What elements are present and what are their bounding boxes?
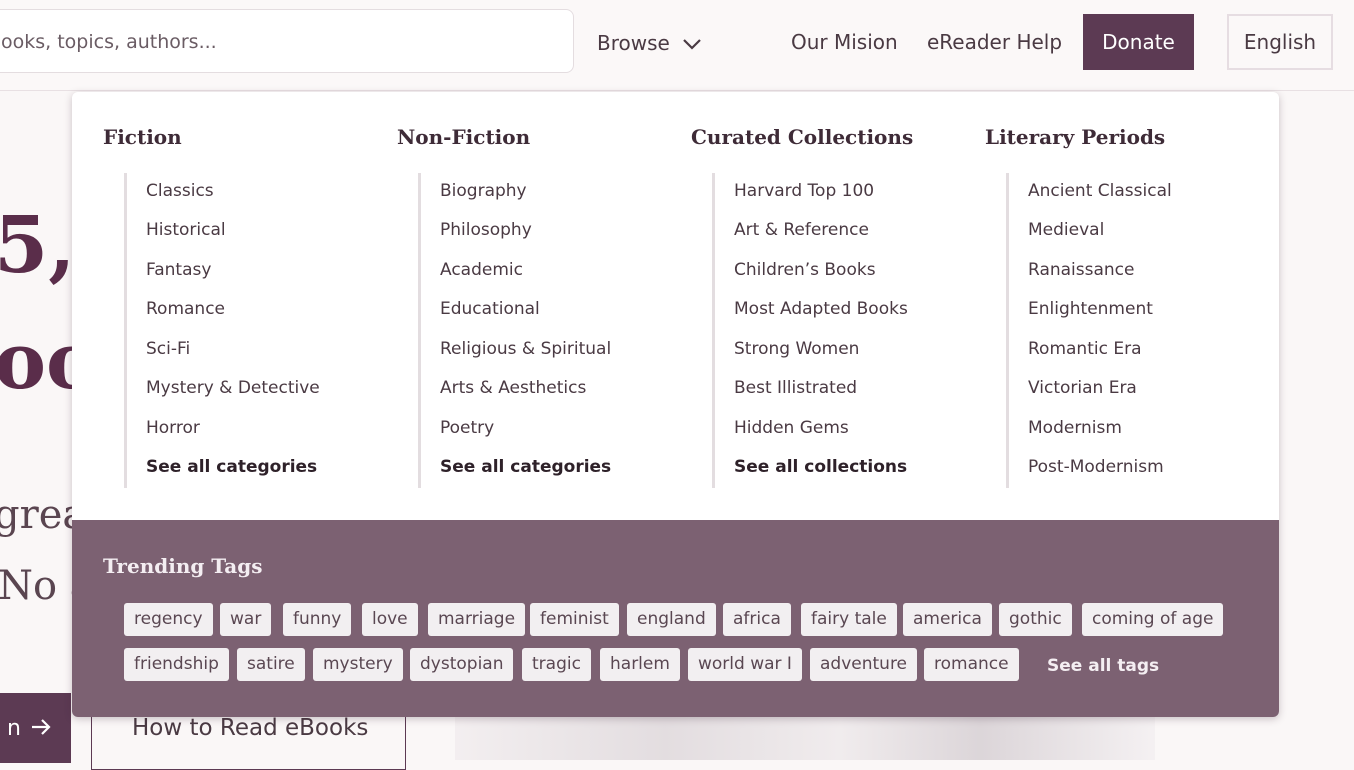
- menu-item[interactable]: Romantic Era: [1028, 339, 1142, 359]
- menu-item[interactable]: Biography: [440, 181, 527, 201]
- menu-item[interactable]: Poetry: [440, 418, 494, 438]
- menu-item[interactable]: Historical: [146, 220, 226, 240]
- trending-title: Trending Tags: [103, 554, 263, 578]
- hero-image: [455, 712, 1155, 760]
- tag-chip[interactable]: love: [362, 603, 418, 636]
- menu-item[interactable]: Ranaissance: [1028, 260, 1134, 280]
- column-title: Non-Fiction: [397, 125, 531, 149]
- tag-chip[interactable]: fairy tale: [801, 603, 897, 636]
- nav-ereader-help[interactable]: eReader Help: [927, 30, 1062, 54]
- tag-chip[interactable]: friendship: [124, 648, 229, 681]
- menu-item[interactable]: Most Adapted Books: [734, 299, 908, 319]
- see-all-tags-link[interactable]: See all tags: [1047, 656, 1159, 676]
- see-all-link[interactable]: See all categories: [146, 457, 317, 477]
- menu-item[interactable]: Horror: [146, 418, 200, 438]
- menu-item[interactable]: Strong Women: [734, 339, 859, 359]
- column-title: Literary Periods: [985, 125, 1166, 149]
- browse-label: Browse: [597, 31, 670, 55]
- hero-primary-label: n: [7, 715, 21, 741]
- menu-item[interactable]: Classics: [146, 181, 214, 201]
- tag-chip[interactable]: romance: [924, 648, 1019, 681]
- category-list: Biography Philosophy Academic Educationa…: [418, 173, 661, 488]
- menu-item[interactable]: Academic: [440, 260, 523, 280]
- language-button[interactable]: English: [1227, 14, 1333, 70]
- tag-chip[interactable]: adventure: [810, 648, 918, 681]
- tag-chip[interactable]: funny: [283, 603, 352, 636]
- tag-chip[interactable]: coming of age: [1082, 603, 1224, 636]
- collection-list: Harvard Top 100 Art & Reference Children…: [712, 173, 955, 488]
- chevron-down-icon: [682, 31, 702, 55]
- tag-chip[interactable]: dystopian: [410, 648, 514, 681]
- tag-chip[interactable]: gothic: [999, 603, 1072, 636]
- menu-item[interactable]: Art & Reference: [734, 220, 869, 240]
- menu-item[interactable]: Mystery & Detective: [146, 378, 320, 398]
- menu-item[interactable]: Post-Modernism: [1028, 457, 1164, 477]
- tag-chip[interactable]: feminist: [530, 603, 619, 636]
- category-list: Classics Historical Fantasy Romance Sci-…: [124, 173, 367, 488]
- menu-item[interactable]: Fantasy: [146, 260, 211, 280]
- tag-chip[interactable]: tragic: [522, 648, 591, 681]
- menu-item[interactable]: Medieval: [1028, 220, 1104, 240]
- tag-chip[interactable]: regency: [124, 603, 213, 636]
- arrow-right-icon: [31, 716, 51, 741]
- column-title: Curated Collections: [691, 125, 914, 149]
- search-input[interactable]: [0, 10, 563, 74]
- menu-item[interactable]: Educational: [440, 299, 540, 319]
- nav-our-mission[interactable]: Our Mision: [791, 30, 898, 54]
- menu-item[interactable]: Hidden Gems: [734, 418, 849, 438]
- menu-item[interactable]: Religious & Spiritual: [440, 339, 611, 359]
- tag-chip[interactable]: harlem: [600, 648, 680, 681]
- browse-menu-button[interactable]: Browse: [597, 28, 702, 58]
- menu-item[interactable]: Modernism: [1028, 418, 1122, 438]
- browse-dropdown: Fiction Classics Historical Fantasy Roma…: [72, 92, 1279, 717]
- donate-button[interactable]: Donate: [1083, 14, 1194, 70]
- menu-item[interactable]: Philosophy: [440, 220, 532, 240]
- tag-chip[interactable]: america: [903, 603, 992, 636]
- menu-item[interactable]: Romance: [146, 299, 225, 319]
- trending-tags-section: Trending Tags regency war funny love mar…: [72, 520, 1279, 717]
- menu-item[interactable]: Ancient Classical: [1028, 181, 1172, 201]
- tag-chip[interactable]: england: [627, 603, 716, 636]
- tag-chip[interactable]: satire: [237, 648, 305, 681]
- tag-chip[interactable]: africa: [723, 603, 791, 636]
- menu-item[interactable]: Best Illistrated: [734, 378, 857, 398]
- menu-item[interactable]: Victorian Era: [1028, 378, 1137, 398]
- tag-chip[interactable]: war: [220, 603, 272, 636]
- tag-chip[interactable]: world war I: [688, 648, 802, 681]
- period-list: Ancient Classical Medieval Ranaissance E…: [1006, 173, 1249, 488]
- see-all-link[interactable]: See all categories: [440, 457, 611, 477]
- menu-item[interactable]: Enlightenment: [1028, 299, 1153, 319]
- tag-chip[interactable]: mystery: [313, 648, 403, 681]
- menu-item[interactable]: Sci-Fi: [146, 339, 190, 359]
- menu-item[interactable]: Harvard Top 100: [734, 181, 874, 201]
- menu-item[interactable]: Children’s Books: [734, 260, 876, 280]
- site-header: Browse Our Mision eReader Help Donate En…: [0, 0, 1354, 91]
- column-title: Fiction: [103, 125, 182, 149]
- see-all-link[interactable]: See all collections: [734, 457, 907, 477]
- hero-primary-button[interactable]: n: [0, 693, 71, 763]
- menu-item[interactable]: Arts & Aesthetics: [440, 378, 586, 398]
- search-box[interactable]: [0, 9, 574, 74]
- tag-chip[interactable]: marriage: [428, 603, 526, 636]
